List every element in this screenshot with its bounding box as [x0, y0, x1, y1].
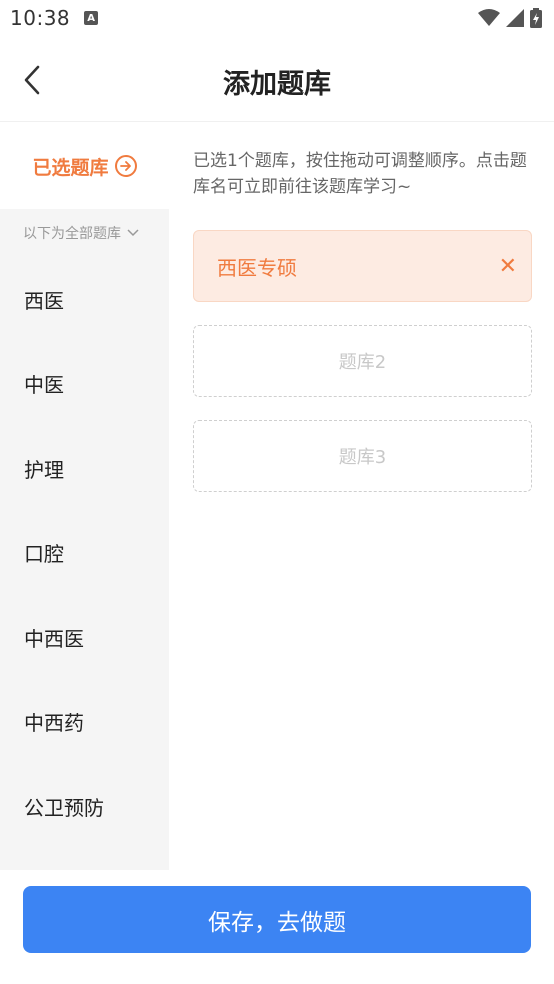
empty-slot-label: 题库2 [338, 352, 387, 373]
sidebar-item-huli[interactable]: 护理 [0, 426, 169, 511]
sidebar-list: 以下为全部题库 西医 中医 护理 口腔 中西医 中西药 公卫预防 [0, 209, 169, 870]
sidebar-item-kouqiang[interactable]: 口腔 [0, 511, 169, 596]
sidebar-item-label: 公卫预防 [24, 795, 104, 820]
status-left: 10:38 A [10, 6, 99, 30]
sidebar-item-label: 中西药 [24, 711, 84, 736]
sidebar-item-zhongxiyao[interactable]: 中西药 [0, 680, 169, 765]
selected-bank-card[interactable]: 西医专硕 ✕ [193, 230, 532, 302]
selected-tab-label: 已选题库 [32, 156, 109, 179]
sidebar-item-zhongxiyi[interactable]: 中西医 [0, 595, 169, 680]
selected-bank-name[interactable]: 西医专硕 [217, 252, 297, 281]
app-header: 添加题库 [0, 36, 554, 122]
hint-line-2: 库名可立即前往该题库学习~ [193, 177, 412, 197]
signal-icon [506, 9, 524, 27]
empty-slot-label: 题库3 [338, 447, 387, 468]
notification-a-icon: A [84, 11, 99, 25]
empty-bank-slot: 题库2 [193, 325, 532, 397]
footer: 保存，去做题 [0, 870, 554, 984]
sidebar-item-label: 中医 [24, 373, 64, 398]
sidebar-item-label: 护理 [24, 457, 64, 482]
sidebar-item-label: 西医 [24, 288, 64, 313]
all-banks-label: 以下为全部题库 [23, 226, 121, 242]
sidebar-item-xiyi[interactable]: 西医 [0, 257, 169, 342]
close-icon[interactable]: ✕ [499, 254, 517, 279]
hint-text: 已选1个题库，按住拖动可调整顺序。点击题 库名可立即前往该题库学习~ [193, 148, 553, 200]
sidebar-item-zhongyi[interactable]: 中医 [0, 342, 169, 427]
status-bar: 10:38 A [0, 0, 554, 36]
sidebar-item-label: 中西医 [24, 626, 84, 651]
page-title: 添加题库 [223, 69, 331, 100]
arrow-right-circle-icon [114, 155, 137, 177]
sidebar-item-gongwei[interactable]: 公卫预防 [0, 764, 169, 849]
empty-bank-slot: 题库3 [193, 420, 532, 492]
battery-charging-icon [530, 8, 542, 28]
status-time: 10:38 [10, 6, 71, 30]
hint-line-1: 已选1个题库，按住拖动可调整顺序。点击题 [193, 151, 527, 171]
status-right [478, 8, 542, 28]
wifi-icon [478, 9, 500, 26]
sidebar-selected-tab[interactable]: 已选题库 [0, 123, 169, 209]
all-banks-header[interactable]: 以下为全部题库 [0, 209, 169, 257]
sidebar: 已选题库 以下为全部题库 西医 中医 护理 口腔 中西医 中西药 公卫预防 [0, 123, 169, 870]
chevron-down-icon [127, 229, 139, 237]
selected-banks-panel: 已选1个题库，按住拖动可调整顺序。点击题 库名可立即前往该题库学习~ 西医专硕 … [193, 148, 553, 492]
save-and-practice-button[interactable]: 保存，去做题 [23, 886, 531, 953]
sidebar-item-label: 口腔 [24, 542, 64, 567]
